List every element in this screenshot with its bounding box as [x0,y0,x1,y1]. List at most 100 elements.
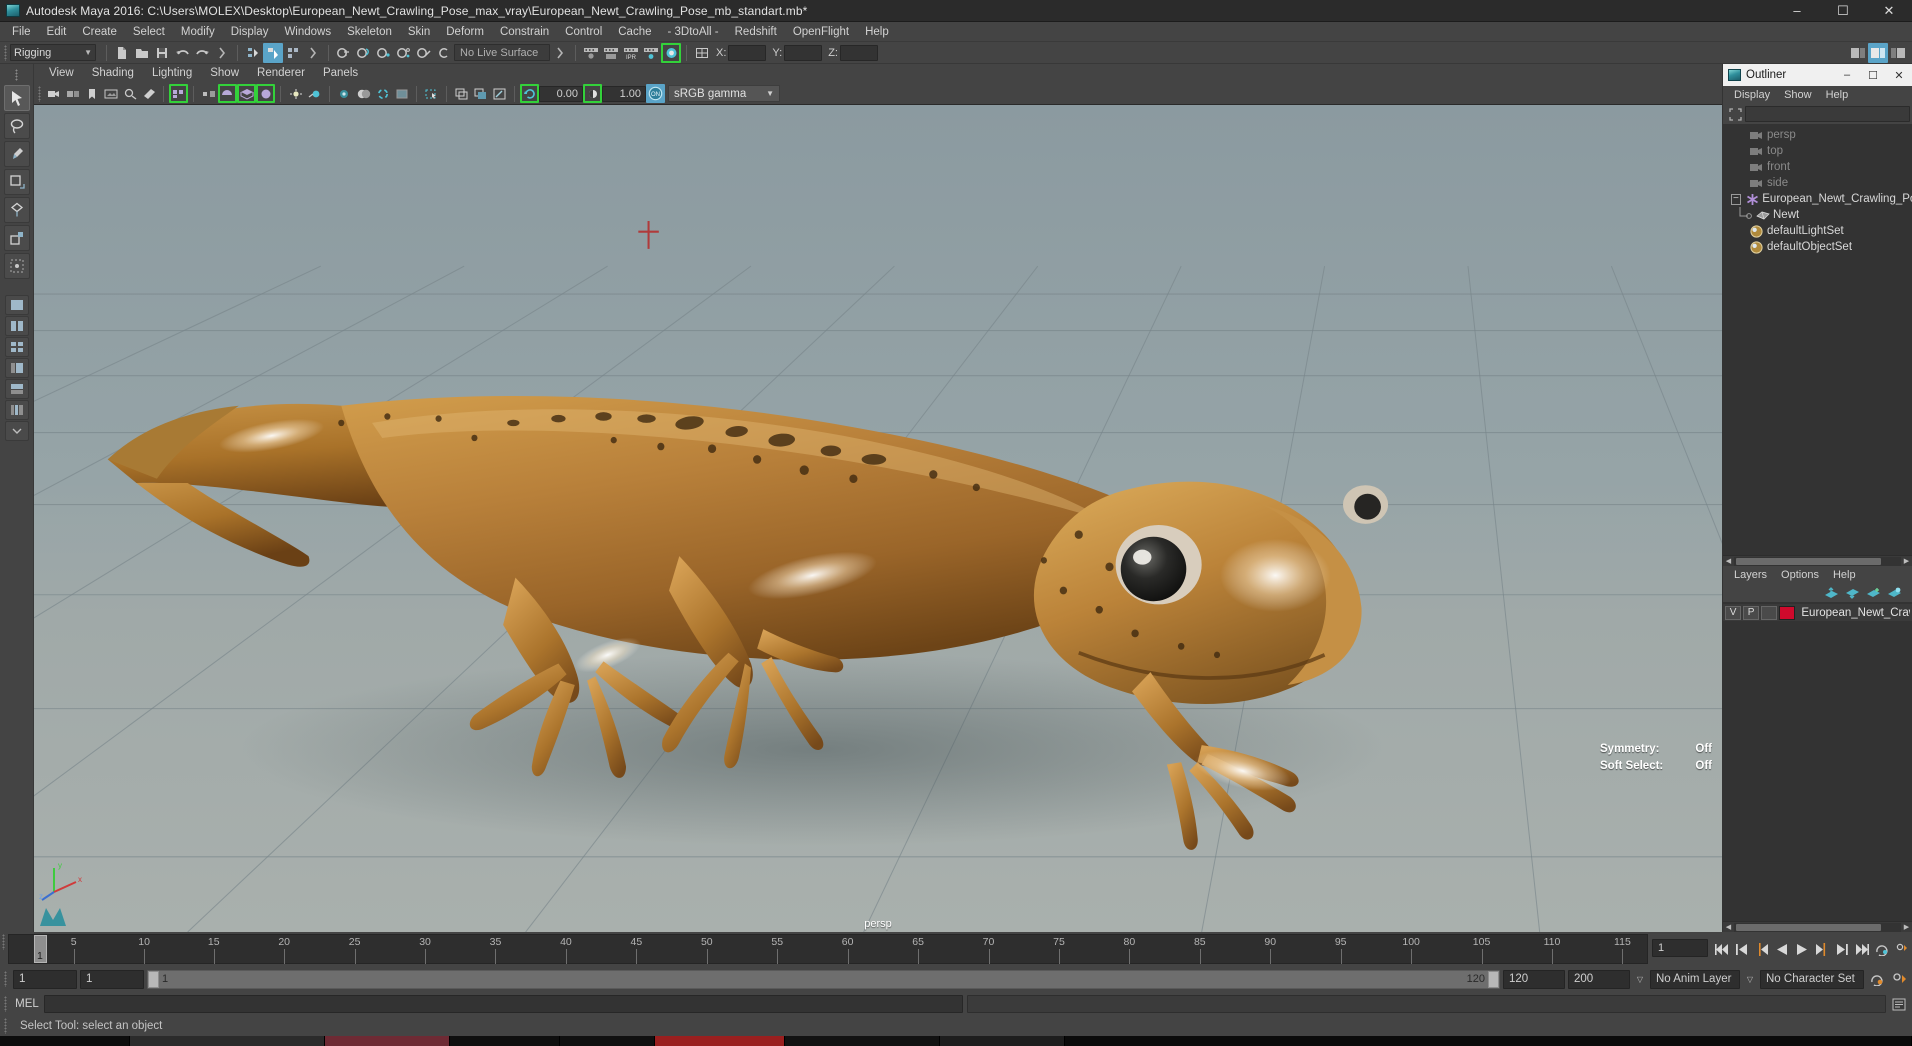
wireframe-shading-icon[interactable] [169,84,188,103]
command-language-label[interactable]: MEL [10,998,44,1010]
render-settings-button[interactable] [641,43,661,63]
select-camera-icon[interactable] [44,84,63,103]
ambient-occlusion-icon[interactable] [354,84,373,103]
range-slider-grip[interactable] [2,969,10,989]
create-layer-from-selected-icon[interactable] [1887,587,1902,599]
gamma-reset-icon[interactable] [583,84,602,103]
lasso-tool-button[interactable] [3,113,30,139]
maximize-button[interactable]: ☐ [1820,0,1866,22]
paint-select-tool-button[interactable] [3,141,30,167]
redshift-render-view-button[interactable] [661,43,681,63]
save-scene-button[interactable] [152,43,172,63]
snap-to-curve-button[interactable] [354,43,374,63]
menu-help[interactable]: Help [857,22,897,42]
scrollbar-thumb[interactable] [1736,923,1881,931]
quick-layout-expand-button[interactable] [4,421,29,441]
scroll-right-icon[interactable]: ▶ [1901,556,1912,567]
menu-3dtoall[interactable]: - 3DtoAll - [660,22,727,42]
go-to-end-button[interactable] [1852,932,1872,966]
scale-tool-button[interactable] [3,225,30,251]
redo-render-button[interactable] [601,43,621,63]
close-button[interactable]: ✕ [1866,0,1912,22]
chevron-down-icon[interactable]: ▽ [1743,975,1757,984]
move-layer-up-icon[interactable] [1824,587,1839,599]
layer-color-swatch[interactable] [1779,605,1796,620]
step-back-frame-button[interactable] [1752,932,1772,966]
taskbar-segment[interactable] [655,1036,785,1046]
menu-constrain[interactable]: Constrain [492,22,557,42]
outliner-item-default-light-set[interactable]: defaultLightSet [1723,223,1912,239]
outliner-maximize-button[interactable]: ☐ [1860,64,1886,86]
help-line-grip[interactable] [2,1016,10,1036]
toolbar-grip[interactable] [2,43,10,63]
live-surface-field[interactable]: No Live Surface [454,44,550,61]
viewport-menu-lighting[interactable]: Lighting [143,64,201,83]
menu-select[interactable]: Select [125,22,173,42]
range-start-time-field[interactable]: 1 [80,969,144,989]
show-tool-settings-button[interactable] [1868,42,1888,63]
viewport-toolbar-grip[interactable] [36,84,44,104]
outliner-item-newt[interactable]: Newt [1723,207,1912,223]
view-axis-gizmo[interactable]: y x z [38,852,94,904]
xray-icon[interactable] [452,84,471,103]
menu-redshift[interactable]: Redshift [727,22,785,42]
taskbar-segment[interactable] [560,1036,655,1046]
menu-skeleton[interactable]: Skeleton [339,22,400,42]
coord-z-field[interactable] [839,44,878,61]
menu-file[interactable]: File [4,22,39,42]
collapse-expander-icon[interactable]: − [1730,193,1742,205]
viewport-menu-panels[interactable]: Panels [314,64,367,83]
motion-blur-icon[interactable] [373,84,392,103]
menu-modify[interactable]: Modify [173,22,223,42]
quick-layout-outliner-button[interactable] [4,358,29,378]
xray-active-components-icon[interactable] [490,84,509,103]
current-frame-field[interactable]: 1 [1652,939,1708,957]
two-d-pan-zoom-icon[interactable] [120,84,139,103]
perspective-viewport[interactable]: Symmetry: Off Soft Select: Off persp y x… [34,105,1722,932]
ipr-render-button[interactable]: IPR [621,43,641,63]
menu-cache[interactable]: Cache [610,22,659,42]
move-layer-down-icon[interactable] [1845,587,1860,599]
scrollbar-track[interactable] [1734,556,1901,566]
redo-button[interactable] [192,43,212,63]
snap-to-projected-center-button[interactable] [394,43,414,63]
menu-create[interactable]: Create [74,22,125,42]
layer-display-type-toggle[interactable] [1761,605,1778,620]
outliner-menu-display[interactable]: Display [1727,86,1777,104]
layers-menu-layers[interactable]: Layers [1727,566,1774,584]
anim-layer-field[interactable]: No Anim Layer [1650,969,1740,989]
select-by-component-button[interactable] [283,43,303,63]
open-scene-button[interactable] [132,43,152,63]
isolate-select-icon[interactable] [422,84,441,103]
coord-y-field[interactable] [784,44,823,61]
layer-horizontal-scrollbar[interactable]: ◀ ▶ [1723,921,1912,932]
layers-menu-options[interactable]: Options [1774,566,1826,584]
range-start-handle[interactable] [148,970,159,988]
outliner-item-side[interactable]: side [1723,175,1912,191]
selection-mask-button[interactable] [212,43,232,63]
outliner-minimize-button[interactable]: – [1834,64,1860,86]
undo-button[interactable] [172,43,192,63]
outliner-tree[interactable]: persp top front side − European_Newt_Cra… [1723,124,1912,555]
outliner-item-persp[interactable]: persp [1723,127,1912,143]
quick-layout-fourpane-button[interactable] [4,337,29,357]
menu-control[interactable]: Control [557,22,610,42]
viewport-menu-renderer[interactable]: Renderer [248,64,314,83]
outliner-search-input[interactable] [1745,106,1910,122]
menu-deform[interactable]: Deform [438,22,492,42]
make-live-button[interactable] [434,43,454,63]
camera-attributes-icon[interactable] [63,84,82,103]
time-slider-grip[interactable] [0,932,8,952]
scrollbar-thumb[interactable] [1736,557,1881,565]
wireframe-on-shaded-icon[interactable] [237,84,256,103]
command-input-field[interactable] [44,995,963,1013]
gamma-field[interactable]: 1.00 [602,85,646,102]
select-by-object-button[interactable] [263,42,283,63]
frame-selection-icon[interactable] [1725,106,1745,122]
viewport-menu-show[interactable]: Show [201,64,248,83]
exposure-field[interactable]: 0.00 [539,85,583,102]
outliner-horizontal-scrollbar[interactable]: ◀ ▶ [1723,555,1912,566]
outliner-item-european-newt-group[interactable]: − European_Newt_Crawling_Pos [1723,191,1912,207]
range-slider-bar[interactable]: 1 120 [147,969,1500,989]
scrollbar-track[interactable] [1734,922,1901,932]
